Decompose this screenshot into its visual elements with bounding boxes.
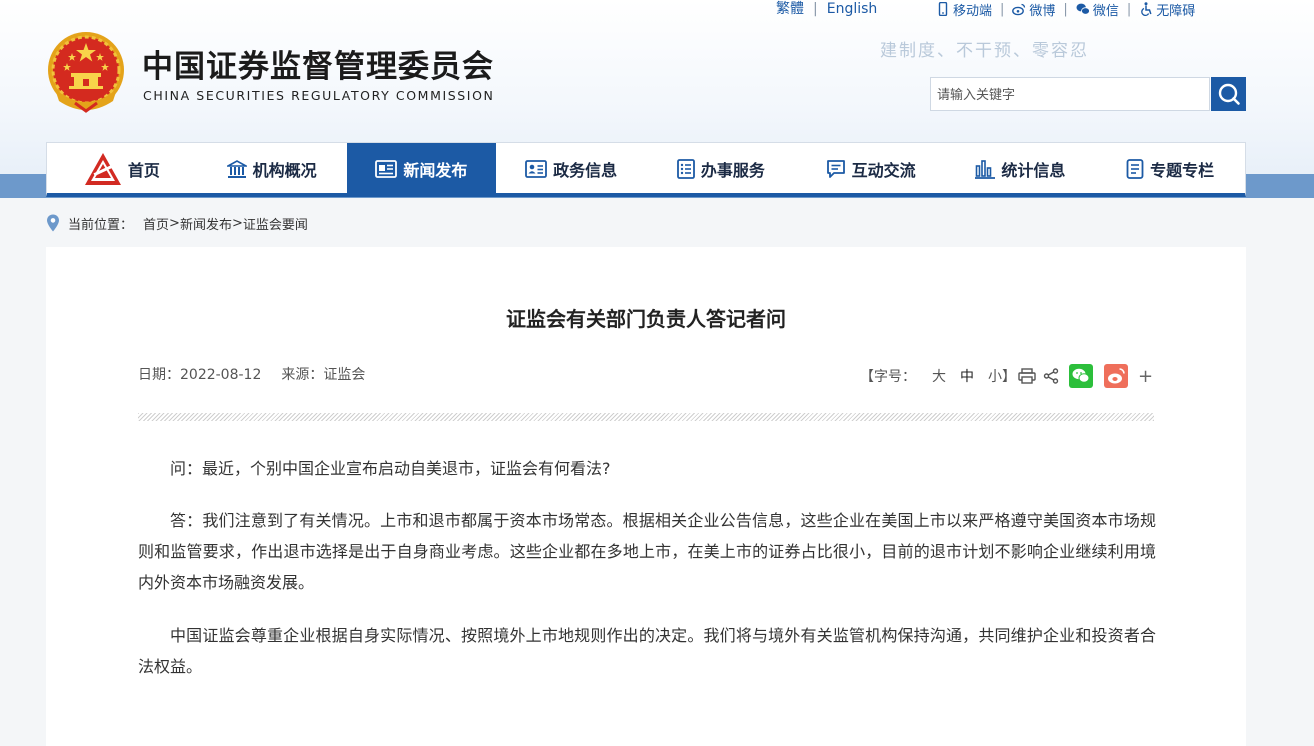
article-divider bbox=[138, 413, 1154, 421]
article-meta: 日期：2022-08-12 来源：证监会 bbox=[138, 364, 365, 384]
nav-label-home: 首页 bbox=[127, 160, 160, 180]
nav-label-about: 机构概况 bbox=[252, 160, 317, 180]
search-icon bbox=[1218, 83, 1240, 105]
font-size-label: 【字号： bbox=[860, 369, 916, 385]
font-size-medium-button[interactable]: 中 bbox=[960, 366, 974, 386]
chat-icon bbox=[826, 159, 845, 178]
article-date: 日期：2022-08-12 bbox=[138, 367, 262, 383]
nav-label-statistics: 统计信息 bbox=[1001, 160, 1066, 180]
accessibility-icon bbox=[1141, 2, 1152, 16]
breadcrumb-news[interactable]: 新闻发布 bbox=[180, 214, 232, 233]
nav-item-news[interactable]: 新闻发布 bbox=[346, 143, 497, 194]
service-list-icon bbox=[676, 158, 695, 179]
nav-item-gov-info[interactable]: 政务信息 bbox=[496, 143, 646, 194]
bar-chart-icon bbox=[975, 159, 996, 179]
nav-item-services[interactable]: 办事服务 bbox=[646, 143, 796, 194]
breadcrumb-home[interactable]: 首页 bbox=[143, 214, 169, 233]
accessibility-link[interactable]: 无障碍 bbox=[1139, 0, 1195, 19]
mobile-label: 移动端 bbox=[953, 3, 993, 19]
nav-item-statistics[interactable]: 统计信息 bbox=[946, 143, 1096, 194]
nav-item-topics[interactable]: 专题专栏 bbox=[1095, 143, 1245, 194]
nav-label-interaction: 互动交流 bbox=[851, 160, 916, 180]
mobile-icon bbox=[938, 2, 948, 16]
separator: | bbox=[1126, 1, 1132, 17]
nav-label-topics: 专题专栏 bbox=[1150, 160, 1215, 180]
document-icon bbox=[1126, 158, 1144, 179]
accessibility-label: 无障碍 bbox=[1156, 3, 1196, 19]
article-paragraph: 问：最近，个别中国企业宣布启动自美退市，证监会有何看法? bbox=[170, 459, 611, 478]
weibo-share-icon[interactable] bbox=[1104, 364, 1128, 388]
org-name-cn: 中国证券监督管理委员会 bbox=[142, 49, 494, 85]
separator: | bbox=[813, 1, 818, 17]
slogan: 建制度、不干预、零容忍 bbox=[880, 41, 1089, 61]
print-icon[interactable] bbox=[1018, 368, 1036, 384]
building-icon bbox=[226, 159, 247, 178]
national-emblem-icon[interactable] bbox=[45, 29, 127, 115]
location-pin-icon bbox=[47, 214, 59, 232]
nav-item-interaction[interactable]: 互动交流 bbox=[796, 143, 946, 194]
org-name-en: CHINA SECURITIES REGULATORY COMMISSION bbox=[143, 88, 495, 103]
nav-item-about[interactable]: 机构概况 bbox=[197, 143, 347, 194]
nav-label-services: 办事服务 bbox=[700, 160, 765, 180]
top-language-links: 繁體 | English bbox=[776, 0, 877, 18]
wechat-share-icon[interactable] bbox=[1069, 364, 1093, 388]
nav-item-home[interactable]: 首页 bbox=[47, 143, 197, 194]
wechat-icon bbox=[1076, 3, 1090, 15]
weibo-label: 微博 bbox=[1029, 3, 1056, 19]
share-icon[interactable] bbox=[1043, 368, 1059, 384]
english-link[interactable]: English bbox=[827, 1, 878, 17]
article-paragraph: 中国证监会尊重企业根据自身实际情况、按照境外上市地规则作出的决定。我们将与境外有… bbox=[138, 626, 1156, 676]
article-source: 来源：证监会 bbox=[281, 367, 366, 383]
weibo-link[interactable]: 微博 bbox=[1012, 0, 1055, 19]
traditional-chinese-link[interactable]: 繁體 bbox=[776, 1, 804, 17]
search-input[interactable] bbox=[930, 77, 1210, 111]
weibo-icon bbox=[1012, 3, 1026, 16]
article-title: 证监会有关部门负责人答记者问 bbox=[506, 307, 786, 331]
nav-label-news: 新闻发布 bbox=[403, 160, 468, 180]
main-nav: 首页 机构概况 新闻发布 政务信息 办事服务 互动交流 统计信息 专题专栏 bbox=[46, 142, 1246, 197]
breadcrumb: 当前位置： 首页 > 新闻发布 > 证监会要闻 bbox=[46, 213, 308, 233]
separator: | bbox=[1000, 1, 1005, 17]
search-button[interactable] bbox=[1211, 77, 1246, 111]
wechat-link[interactable]: 微信 bbox=[1076, 0, 1119, 19]
breadcrumb-prefix: 当前位置： bbox=[68, 217, 134, 233]
top-service-links: 移动端 | 微博 | 微信 | 无障碍 bbox=[936, 0, 1195, 19]
newspaper-icon bbox=[375, 159, 398, 178]
wechat-label: 微信 bbox=[1092, 3, 1119, 19]
font-size-large-button[interactable]: 大 bbox=[932, 366, 946, 386]
breadcrumb-separator: > bbox=[231, 215, 243, 231]
article-paragraph: 答：我们注意到了有关情况。上市和退市都属于资本市场常态。根据相关企业公告信息，这… bbox=[138, 511, 1156, 592]
id-card-icon bbox=[525, 159, 548, 178]
breadcrumb-current[interactable]: 证监会要闻 bbox=[243, 214, 308, 233]
csrc-logo-icon bbox=[84, 152, 121, 185]
more-share-button[interactable]: + bbox=[1138, 366, 1153, 387]
font-size-small-button[interactable]: 小】 bbox=[988, 366, 1016, 386]
separator: | bbox=[1063, 1, 1068, 17]
nav-label-gov-info: 政务信息 bbox=[553, 160, 618, 180]
article-tools: 【字号： 大 中 小】 + bbox=[860, 363, 1153, 389]
mobile-link[interactable]: 移动端 bbox=[936, 0, 992, 19]
breadcrumb-separator: > bbox=[169, 215, 180, 231]
